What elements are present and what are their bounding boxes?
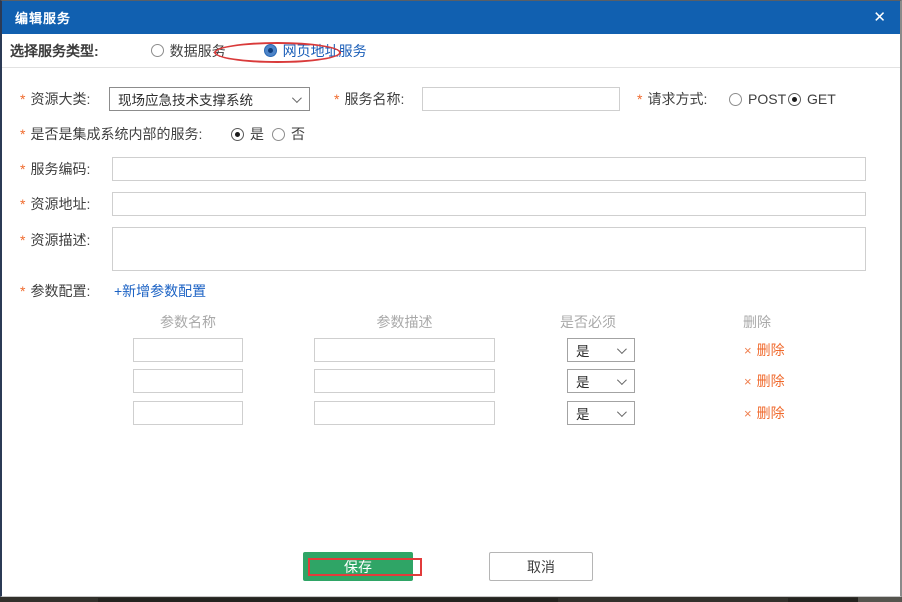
param-description-input[interactable] — [314, 369, 495, 393]
delete-x-icon: × — [744, 374, 752, 389]
radio-unchecked-icon[interactable] — [151, 44, 164, 57]
resource-address-input[interactable] — [112, 192, 866, 216]
dialog-titlebar: 编辑服务 ✕ — [2, 1, 900, 34]
request-method-label: *请求方式: — [637, 87, 707, 111]
param-name-input[interactable] — [133, 401, 243, 425]
cancel-button[interactable]: 取消 — [489, 552, 593, 581]
param-table-header-delete: 删除 — [712, 312, 802, 332]
radio-option-data-service[interactable]: 数据服务 — [151, 41, 226, 61]
radio-option-yes-label: 是 — [250, 124, 264, 144]
required-asterisk: * — [334, 91, 339, 107]
service-type-row: 选择服务类型: 数据服务 网页地址服务 — [2, 34, 900, 68]
radio-option-get-label: GET — [807, 91, 836, 107]
param-description-input[interactable] — [314, 338, 495, 362]
service-name-label: *服务名称: — [334, 87, 404, 111]
taskbar-segment — [98, 598, 558, 602]
radio-option-web-address-service[interactable]: 网页地址服务 — [264, 41, 367, 61]
radio-option-data-service-label: 数据服务 — [170, 41, 226, 61]
radio-checked-icon[interactable] — [231, 128, 244, 141]
param-required-select[interactable]: 是 — [567, 369, 635, 393]
delete-x-icon: × — [744, 343, 752, 358]
param-table-header-name: 参数名称 — [133, 312, 243, 332]
radio-option-yes[interactable]: 是 — [231, 122, 264, 146]
resource-address-label: *资源地址: — [20, 192, 90, 216]
delete-param-link[interactable]: × 删除 — [744, 401, 785, 425]
chevron-down-icon — [292, 93, 302, 103]
radio-unchecked-icon[interactable] — [272, 128, 285, 141]
param-config-label: *参数配置: — [20, 279, 90, 303]
param-name-input[interactable] — [133, 338, 243, 362]
background-taskbar-strip — [0, 597, 902, 602]
required-asterisk: * — [20, 126, 25, 142]
service-type-label: 选择服务类型: — [10, 41, 99, 61]
required-asterisk: * — [20, 161, 25, 177]
radio-checked-icon[interactable] — [788, 93, 801, 106]
delete-param-link[interactable]: × 删除 — [744, 338, 785, 362]
dialog-title: 编辑服务 — [2, 8, 71, 27]
service-name-input[interactable] — [422, 87, 620, 111]
param-table-header-description: 参数描述 — [314, 312, 495, 332]
service-code-input[interactable] — [112, 157, 866, 181]
chevron-down-icon — [617, 407, 627, 417]
service-code-label: *服务编码: — [20, 157, 90, 181]
delete-param-label: 删除 — [757, 371, 785, 391]
required-asterisk: * — [20, 283, 25, 299]
radio-checked-icon[interactable] — [264, 44, 277, 57]
required-asterisk: * — [20, 232, 25, 248]
resource-description-textarea[interactable] — [112, 227, 866, 271]
radio-option-get[interactable]: GET — [788, 87, 836, 111]
delete-param-link[interactable]: × 删除 — [744, 369, 785, 393]
radio-unchecked-icon[interactable] — [729, 93, 742, 106]
resource-description-label: *资源描述: — [20, 228, 90, 252]
param-name-input[interactable] — [133, 369, 243, 393]
resource-category-select[interactable]: 现场应急技术支撑系统 — [109, 87, 310, 111]
screen: 编辑服务 ✕ 选择服务类型: 数据服务 网页地址服务 *资源大类: 现场应急技术… — [0, 0, 902, 602]
internal-service-label: *是否是集成系统内部的服务: — [20, 122, 202, 146]
chevron-down-icon — [617, 344, 627, 354]
taskbar-segment — [858, 597, 902, 602]
add-param-config-link[interactable]: +新增参数配置 — [114, 279, 206, 303]
delete-param-label: 删除 — [757, 340, 785, 360]
param-required-value: 是 — [576, 340, 590, 360]
resource-category-value: 现场应急技术支撑系统 — [118, 89, 253, 109]
param-required-select[interactable]: 是 — [567, 338, 635, 362]
radio-option-no-label: 否 — [291, 124, 305, 144]
save-button[interactable]: 保存 — [303, 552, 413, 581]
required-asterisk: * — [637, 91, 642, 107]
close-icon[interactable]: ✕ — [873, 10, 886, 25]
delete-param-label: 删除 — [757, 403, 785, 423]
radio-option-post[interactable]: POST — [729, 87, 786, 111]
param-required-value: 是 — [576, 371, 590, 391]
edit-service-dialog: 编辑服务 ✕ 选择服务类型: 数据服务 网页地址服务 *资源大类: 现场应急技术… — [0, 0, 902, 597]
param-required-select[interactable]: 是 — [567, 401, 635, 425]
delete-x-icon: × — [744, 406, 752, 421]
required-asterisk: * — [20, 196, 25, 212]
param-description-input[interactable] — [314, 401, 495, 425]
radio-option-no[interactable]: 否 — [272, 122, 305, 146]
resource-category-label: *资源大类: — [20, 87, 90, 111]
required-asterisk: * — [20, 91, 25, 107]
radio-option-web-address-service-label: 网页地址服务 — [283, 41, 367, 61]
radio-option-post-label: POST — [748, 91, 786, 107]
param-table-header-required: 是否必须 — [539, 312, 637, 332]
param-required-value: 是 — [576, 403, 590, 423]
chevron-down-icon — [617, 375, 627, 385]
